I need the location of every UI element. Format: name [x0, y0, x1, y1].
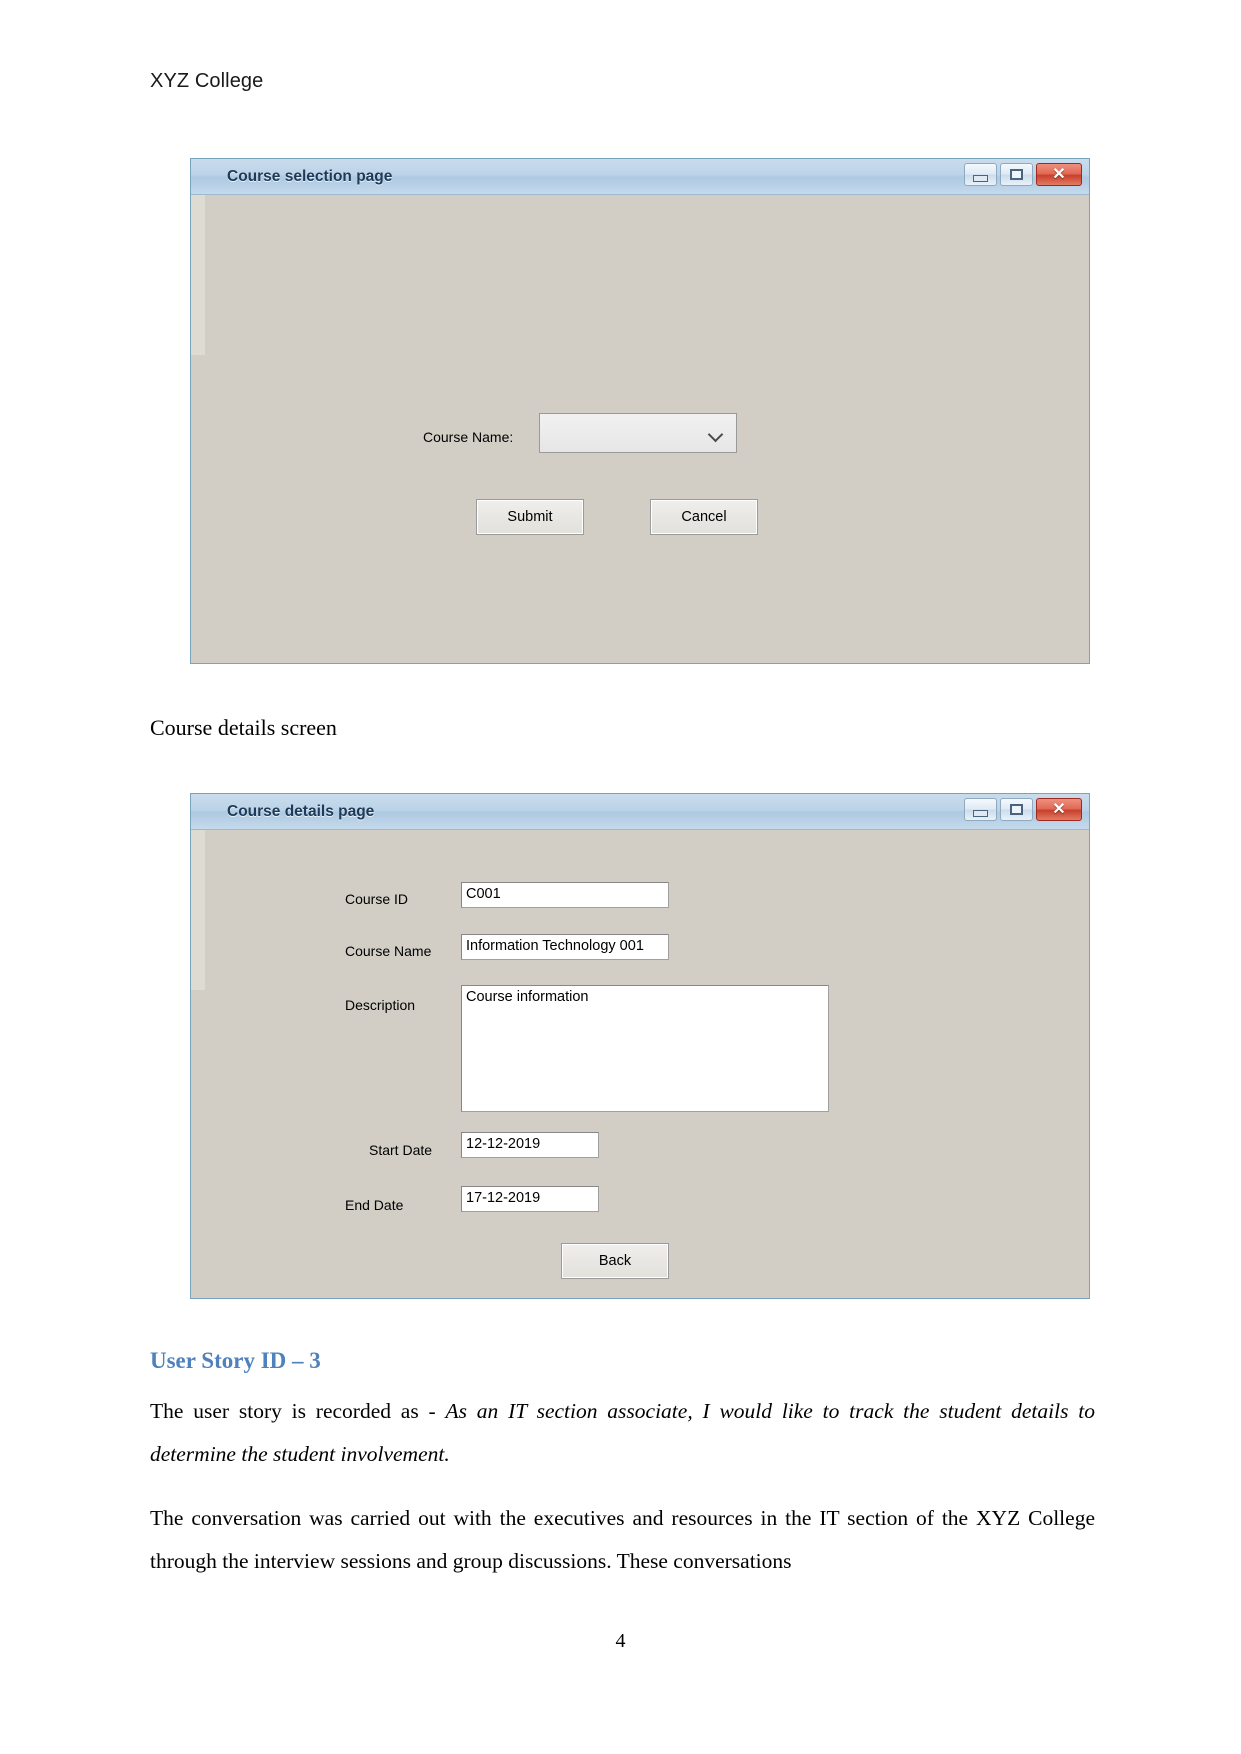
user-story-paragraph: The user story is recorded as - As an IT…	[150, 1390, 1095, 1476]
cancel-button[interactable]: Cancel	[650, 499, 758, 535]
end-date-input[interactable]: 17-12-2019	[461, 1186, 599, 1212]
description-label: Description	[345, 997, 416, 1013]
document-page: XYZ College Course selection page ✕ Cour…	[0, 0, 1241, 1754]
course-name-label: Course Name	[345, 943, 432, 959]
course-details-form-area: Course ID C001 Course Name Information T…	[191, 830, 1089, 1298]
maximize-glyph	[1010, 169, 1023, 180]
close-glyph: ✕	[1052, 800, 1066, 818]
course-selection-titlebar[interactable]: Course selection page ✕	[191, 159, 1089, 195]
maximize-icon[interactable]	[1000, 163, 1033, 186]
start-date-label: Start Date	[369, 1142, 433, 1158]
conversation-paragraph: The conversation was carried out with th…	[150, 1506, 1095, 1573]
course-name-dropdown[interactable]	[539, 413, 737, 453]
course-selection-window-controls[interactable]: ✕	[964, 163, 1082, 186]
course-details-titlebar[interactable]: Course details page ✕	[191, 794, 1089, 830]
close-glyph: ✕	[1052, 165, 1066, 183]
minimize-icon[interactable]	[964, 163, 997, 186]
course-selection-form-area: Course Name: Submit Cancel	[191, 195, 1089, 663]
document-header: XYZ College	[150, 70, 264, 92]
end-date-label: End Date	[345, 1197, 404, 1213]
minimize-glyph	[973, 810, 988, 817]
maximize-glyph	[1010, 804, 1023, 815]
course-details-window[interactable]: Course details page ✕ Course ID C001 Cou…	[190, 793, 1090, 1299]
maximize-icon[interactable]	[1000, 798, 1033, 821]
course-name-input[interactable]: Information Technology 001	[461, 934, 669, 960]
course-id-input[interactable]: C001	[461, 882, 669, 908]
user-story-prefix: The user story is recorded as -	[150, 1399, 446, 1423]
start-date-input[interactable]: 12-12-2019	[461, 1132, 599, 1158]
user-story-heading: User Story ID – 3	[150, 1348, 321, 1373]
submit-button[interactable]: Submit	[476, 499, 584, 535]
minimize-glyph	[973, 175, 988, 182]
course-name-label: Course Name:	[423, 429, 514, 445]
close-icon[interactable]: ✕	[1036, 798, 1082, 821]
page-number: 4	[615, 1630, 626, 1652]
course-details-title: Course details page	[227, 802, 375, 820]
course-details-screen-caption: Course details screen	[150, 715, 337, 740]
course-selection-window[interactable]: Course selection page ✕ Course Name: Sub…	[190, 158, 1090, 664]
close-icon[interactable]: ✕	[1036, 163, 1082, 186]
back-button[interactable]: Back	[561, 1243, 669, 1279]
description-textarea[interactable]: Course information	[461, 985, 829, 1112]
course-id-label: Course ID	[345, 891, 409, 907]
course-selection-title: Course selection page	[227, 167, 393, 185]
course-details-window-controls[interactable]: ✕	[964, 798, 1082, 821]
chevron-down-icon	[710, 429, 724, 438]
minimize-icon[interactable]	[964, 798, 997, 821]
